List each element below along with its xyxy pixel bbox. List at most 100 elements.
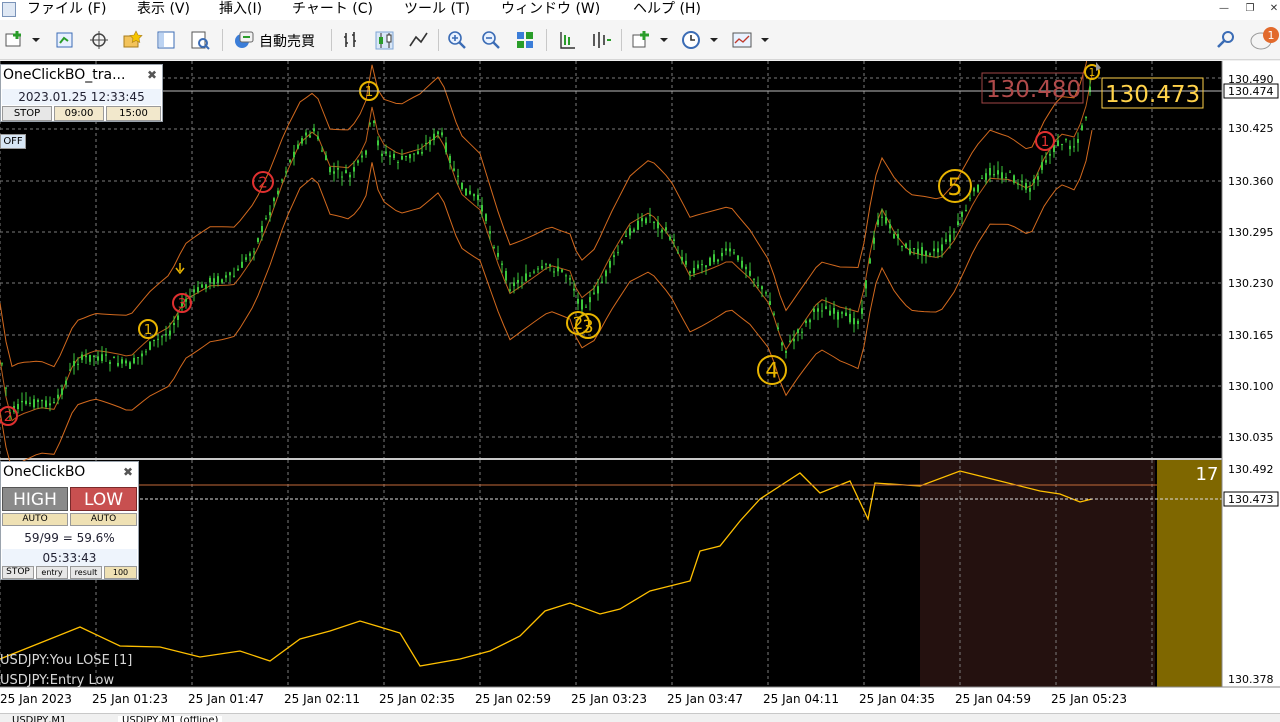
restore-icon[interactable]: ❐: [1244, 3, 1256, 15]
candle-body: [921, 247, 923, 256]
candle-body: [565, 275, 567, 277]
candle-body: [381, 153, 383, 156]
candle-body: [757, 284, 759, 286]
signal-marker-label: 2: [258, 174, 268, 192]
start-time-field[interactable]: 09:00: [54, 106, 104, 121]
window-splitter[interactable]: [0, 458, 1222, 460]
candle-body: [21, 401, 23, 403]
candle-body: [129, 362, 131, 369]
templates-icon[interactable]: [731, 29, 753, 51]
app-icon[interactable]: [2, 2, 16, 17]
candle-body: [257, 238, 259, 243]
candle-body: [285, 171, 287, 173]
menu-file[interactable]: ファイル (F): [27, 0, 106, 18]
autoscroll-icon[interactable]: [590, 29, 612, 51]
candle-body: [501, 263, 503, 265]
trade-panel[interactable]: OneClickBO_tra... ✖ 2023.01.25 12:33:45 …: [0, 64, 163, 122]
candle-body: [897, 234, 899, 239]
candlestick-icon[interactable]: [373, 29, 395, 51]
chevron-down-icon[interactable]: [660, 38, 668, 42]
menu-help[interactable]: ヘルプ (H): [633, 0, 701, 18]
candle-body: [829, 310, 831, 316]
chevron-down-icon[interactable]: [710, 38, 718, 42]
menu-view[interactable]: 表示 (V): [137, 0, 190, 18]
timer: 05:33:43: [2, 549, 137, 567]
price-label: 130.100: [1228, 380, 1274, 393]
stop-button[interactable]: STOP: [2, 566, 34, 579]
candle-body: [73, 360, 75, 366]
menu-chart[interactable]: チャート (C): [292, 0, 373, 18]
off-button[interactable]: OFF: [0, 134, 26, 149]
candle-body: [1041, 162, 1043, 170]
chart-canvas[interactable]: 17 213212 34511 130.490 130.425 130.360 1…: [0, 61, 1280, 714]
menu-window[interactable]: ウィンドウ (W): [501, 0, 600, 18]
notifications-icon[interactable]: 1: [1248, 26, 1280, 54]
candle-body: [545, 263, 547, 265]
zoom-in-icon[interactable]: [446, 29, 468, 51]
menu-bar: ファイル (F) 表示 (V) 挿入(I) チャート (C) ツール (T) ウ…: [0, 0, 1280, 20]
candle-body: [25, 400, 27, 404]
candle-body: [289, 159, 291, 163]
price-axis: 130.490 130.425 130.360 130.295 130.230 …: [1221, 61, 1280, 687]
candle-body: [961, 212, 963, 217]
candle-body: [1013, 175, 1015, 183]
candle-body: [209, 277, 211, 283]
tile-windows-icon[interactable]: [514, 29, 536, 51]
auto-high-button[interactable]: AUTO: [2, 513, 68, 526]
oneclickbo-panel[interactable]: OneClickBO ✖ HIGH LOW AUTO AUTO 59/99 = …: [0, 461, 139, 580]
candle-body: [789, 340, 791, 342]
candle-body: [1029, 187, 1031, 192]
candle-body: [317, 136, 319, 140]
search-icon[interactable]: [1215, 29, 1237, 51]
amount-field[interactable]: 100: [104, 566, 137, 579]
candle-body: [329, 166, 331, 173]
candle-body: [269, 212, 271, 216]
high-button[interactable]: HIGH: [2, 487, 68, 511]
chevron-down-icon[interactable]: [32, 38, 40, 42]
auto-low-button[interactable]: AUTO: [70, 513, 137, 526]
time-label: 25 Jan 04:35: [859, 692, 935, 706]
tab-chart-1[interactable]: USDJPY,M1: [12, 716, 66, 722]
candle-body: [101, 354, 103, 361]
new-chart-icon[interactable]: [3, 29, 25, 51]
chart-window[interactable]: 17 21321234511 130.490 130.425 130.360 1…: [0, 61, 1280, 714]
candle-body: [1, 363, 3, 365]
result-button[interactable]: result: [70, 566, 102, 579]
entry-button[interactable]: entry: [36, 566, 68, 579]
candle-body: [449, 155, 451, 163]
candle-body: [453, 168, 455, 171]
line-chart-icon[interactable]: [407, 29, 429, 51]
close-icon[interactable]: ✖: [147, 68, 157, 82]
candle-body: [1033, 179, 1035, 183]
chevron-down-icon[interactable]: [761, 38, 769, 42]
candle-body: [409, 154, 411, 159]
end-time-field[interactable]: 15:00: [106, 106, 161, 121]
stop-button[interactable]: STOP: [2, 106, 52, 121]
candle-body: [217, 276, 219, 283]
favorites-icon[interactable]: [121, 29, 143, 51]
close-icon[interactable]: ✖: [123, 465, 133, 479]
navigator-icon[interactable]: [155, 29, 177, 51]
menu-insert[interactable]: 挿入(I): [219, 0, 262, 18]
menu-tools[interactable]: ツール (T): [404, 0, 470, 18]
profiles-icon[interactable]: [54, 29, 76, 51]
autotrade-button[interactable]: 自動売買: [230, 28, 322, 52]
price-label: 130.035: [1228, 431, 1274, 444]
candle-body: [913, 248, 915, 250]
low-button[interactable]: LOW: [70, 487, 137, 511]
tab-chart-2[interactable]: USDJPY,M1 (offline): [118, 716, 223, 722]
tester-icon[interactable]: [189, 29, 211, 51]
candle-body: [177, 315, 179, 320]
crosshair-icon[interactable]: [88, 29, 110, 51]
candle-body: [137, 357, 139, 359]
zoom-out-icon[interactable]: [480, 29, 502, 51]
indicators-icon[interactable]: [630, 29, 652, 51]
candle-body: [785, 350, 787, 353]
periods-clock-icon[interactable]: [680, 29, 702, 51]
bar-chart-icon[interactable]: [340, 29, 362, 51]
chart-shift-icon[interactable]: [556, 29, 578, 51]
minimize-icon[interactable]: —: [1218, 3, 1230, 15]
candle-body: [77, 363, 79, 365]
signal-marker-label: 5: [947, 173, 962, 201]
close-icon[interactable]: ✕: [1268, 3, 1280, 15]
